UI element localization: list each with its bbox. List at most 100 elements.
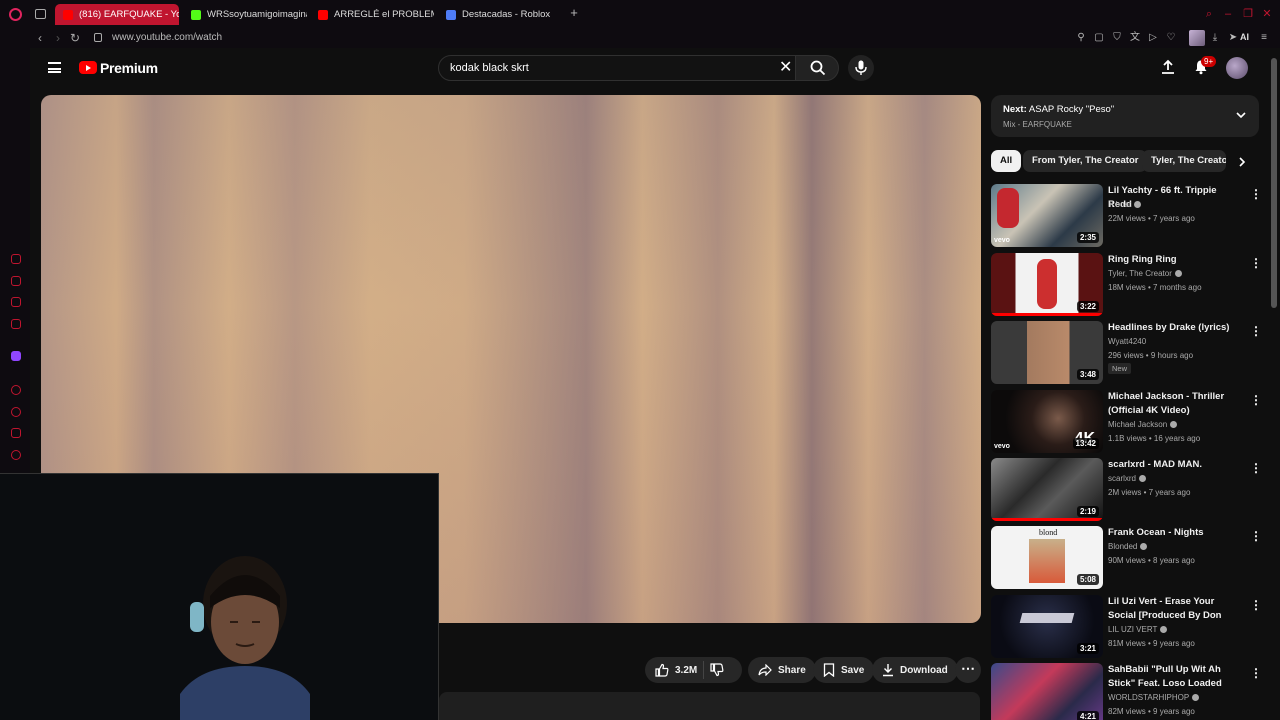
kebab-menu-icon[interactable]: ⋮ <box>1250 598 1262 612</box>
description-panel[interactable] <box>439 692 980 720</box>
kebab-menu-icon[interactable]: ⋮ <box>1250 666 1261 680</box>
recommendation-item[interactable]: 4K vevo 13:42 Michael Jackson - Thriller… <box>991 390 1262 454</box>
forward-arrow-icon[interactable]: › <box>51 31 65 45</box>
video-thumbnail[interactable]: blond 5:08 <box>991 526 1103 589</box>
recommendation-item[interactable]: 3:21 Lil Uzi Vert - Erase Your Social [P… <box>991 595 1262 659</box>
video-thumbnail[interactable]: 3:48 <box>991 321 1103 384</box>
tab-earfquake[interactable]: (816) EARFQUAKE - Yo <box>55 4 179 25</box>
video-thumbnail[interactable]: 4K vevo 13:42 <box>991 390 1103 453</box>
youtube-logo-icon[interactable] <box>79 61 97 74</box>
video-title[interactable]: Michael Jackson - Thriller (Official 4K … <box>1108 390 1242 417</box>
video-title[interactable]: Frank Ocean - Nights <box>1108 526 1242 540</box>
clear-search-icon[interactable]: ✕ <box>779 60 792 76</box>
video-thumbnail[interactable]: vevo 2:35 <box>991 184 1103 247</box>
chevron-right-icon[interactable] <box>1236 156 1248 168</box>
pin-icon[interactable]: ⚲ <box>1075 32 1087 44</box>
tab-overview-icon[interactable] <box>35 9 46 19</box>
settings-gear-icon[interactable] <box>11 450 21 460</box>
ai-button[interactable]: AI <box>1240 32 1249 42</box>
history-icon[interactable] <box>11 407 21 417</box>
gx-control-icon[interactable] <box>11 276 21 286</box>
heart-icon[interactable]: ♡ <box>1165 32 1177 44</box>
chevron-down-icon[interactable] <box>1235 109 1247 121</box>
hamburger-menu-icon[interactable] <box>48 62 61 73</box>
back-arrow-icon[interactable]: ‹ <box>33 31 47 45</box>
save-button[interactable]: Save <box>813 657 875 683</box>
kebab-menu-icon[interactable]: ⋮ <box>1250 393 1262 407</box>
tab-arregle[interactable]: ARREGLÉ el PROBLEMA C <box>310 4 434 25</box>
twitch-icon[interactable] <box>11 351 21 361</box>
channel-name[interactable]: Wyatt4240 <box>1108 337 1146 346</box>
channel-label: scarlxrd <box>1108 474 1137 483</box>
upload-icon[interactable] <box>1160 59 1176 75</box>
recommendation-item[interactable]: 4:21 SahBabii "Pull Up Wit Ah Stick" Fea… <box>991 663 1261 720</box>
reload-icon[interactable]: ↻ <box>68 31 82 45</box>
recommendation-item[interactable]: 3:48 Headlines by Drake (lyrics) Wyatt42… <box>991 321 1262 385</box>
video-title[interactable]: Ring Ring Ring <box>1108 253 1242 267</box>
extensions-icon[interactable] <box>11 428 21 438</box>
search-tabs-icon[interactable]: ⌕ <box>1203 8 1215 20</box>
maximize-icon[interactable]: ❐ <box>1242 8 1254 20</box>
kebab-menu-icon[interactable]: ⋮ <box>1250 461 1262 475</box>
next-up-mix-panel[interactable]: Next: ASAP Rocky "Peso" Mix - EARFQUAKE <box>991 95 1259 137</box>
channel-name[interactable]: lil boat <box>1108 200 1142 209</box>
chip-from-tyler[interactable]: From Tyler, The Creator <box>1023 150 1148 172</box>
download-icon[interactable]: ⤓ <box>1209 32 1221 44</box>
opera-gx-logo-icon[interactable] <box>9 8 22 21</box>
profile-icon[interactable] <box>1189 30 1205 46</box>
channel-name[interactable]: scarlxrd <box>1108 474 1147 483</box>
more-actions-icon[interactable]: ⋯ <box>955 657 981 683</box>
share-button[interactable]: Share <box>748 657 816 683</box>
recommendation-item[interactable]: blond 5:08 Frank Ocean - Nights Blonded … <box>991 526 1262 590</box>
premium-brand[interactable]: Premium <box>100 60 158 76</box>
chip-all[interactable]: All <box>991 150 1022 172</box>
account-avatar[interactable] <box>1226 57 1248 79</box>
snapshot-icon[interactable]: ▢ <box>1093 32 1105 44</box>
recommendation-item[interactable]: 3:22 Ring Ring Ring Tyler, The Creator 1… <box>991 253 1262 317</box>
adblock-icon[interactable]: ⛉ <box>1111 32 1123 44</box>
gx-corner-icon[interactable] <box>11 254 21 264</box>
video-thumbnail[interactable]: 3:21 <box>991 595 1103 658</box>
like-count[interactable]: 3.2M <box>675 665 697 676</box>
video-title[interactable]: scarlxrd - MAD MAN. <box>1108 458 1242 472</box>
tab-wrs[interactable]: WRSsoytuamigoimaginar <box>183 4 307 25</box>
chip-tyler[interactable]: Tyler, The Creator <box>1142 150 1226 172</box>
video-title[interactable]: Lil Uzi Vert - Erase Your Social [Produc… <box>1108 595 1242 622</box>
translate-icon[interactable]: 文 <box>1129 32 1141 44</box>
video-title[interactable]: Headlines by Drake (lyrics) <box>1108 321 1242 335</box>
channel-name[interactable]: Tyler, The Creator <box>1108 269 1182 278</box>
search-button[interactable] <box>795 55 839 81</box>
recommendation-item[interactable]: vevo 2:35 Lil Yachty - 66 ft. Trippie Re… <box>991 184 1262 248</box>
close-window-icon[interactable]: ✕ <box>1261 8 1273 20</box>
thumbnail-logo <box>1019 613 1075 623</box>
thumbs-down-icon[interactable] <box>710 663 724 677</box>
send-icon[interactable]: ➤ <box>1227 32 1239 44</box>
player-icon[interactable]: ▷ <box>1147 32 1159 44</box>
video-thumbnail[interactable]: 3:22 <box>991 253 1103 316</box>
tab-roblox[interactable]: Destacadas - Roblox <box>438 4 562 25</box>
download-button[interactable]: Download <box>872 657 958 683</box>
voice-search-button[interactable] <box>848 55 874 81</box>
kebab-menu-icon[interactable]: ⋮ <box>1250 187 1262 201</box>
kebab-menu-icon[interactable]: ⋮ <box>1250 256 1262 270</box>
music-icon[interactable] <box>11 319 21 329</box>
video-title[interactable]: SahBabii "Pull Up Wit Ah Stick" Feat. Lo… <box>1108 663 1242 690</box>
search-input[interactable]: kodak black skrt ✕ <box>438 55 796 81</box>
messenger-icon[interactable] <box>11 297 21 307</box>
thumbs-up-icon[interactable] <box>655 663 669 677</box>
page-scrollbar[interactable] <box>1271 58 1277 308</box>
player-sidebar-icon[interactable] <box>11 385 21 395</box>
video-thumbnail[interactable]: 2:19 <box>991 458 1103 521</box>
menu-lines-icon[interactable]: ≡ <box>1258 32 1270 44</box>
kebab-menu-icon[interactable]: ⋮ <box>1250 324 1262 338</box>
minimize-icon[interactable]: – <box>1222 8 1234 20</box>
channel-name[interactable]: Blonded <box>1108 542 1148 551</box>
kebab-menu-icon[interactable]: ⋮ <box>1250 529 1262 543</box>
recommendation-item[interactable]: 2:19 scarlxrd - MAD MAN. scarlxrd 2M vie… <box>991 458 1262 522</box>
new-tab-plus-icon[interactable]: + <box>568 6 580 19</box>
video-thumbnail[interactable]: 4:21 <box>991 663 1103 720</box>
channel-name[interactable]: Michael Jackson <box>1108 420 1178 429</box>
url-field[interactable]: www.youtube.com/watch <box>112 32 222 43</box>
channel-name[interactable]: LIL UZI VERT <box>1108 625 1168 634</box>
channel-name[interactable]: WORLDSTARHIPHOP <box>1108 693 1200 702</box>
